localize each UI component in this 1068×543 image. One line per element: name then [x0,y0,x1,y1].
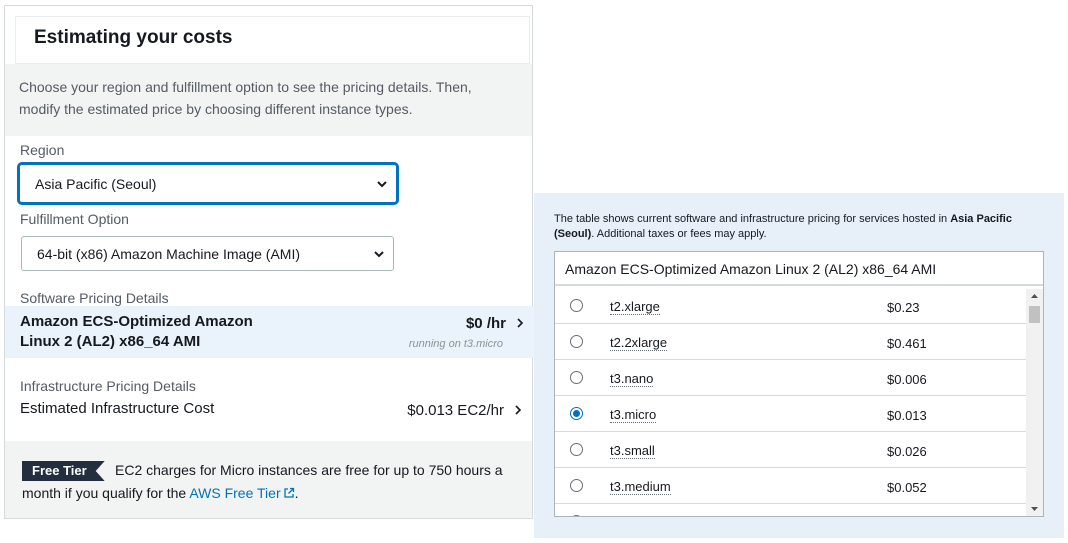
aws-free-tier-link[interactable]: AWS Free Tier [189,485,294,501]
infrastructure-cost-name: Estimated Infrastructure Cost [20,400,215,417]
intro-text: Choose your region and fulfillment optio… [19,79,472,117]
aws-free-tier-link-label[interactable]: AWS Free Tier [189,485,280,501]
software-pricing-row[interactable]: Amazon ECS-Optimized Amazon Linux 2 (AL2… [5,306,534,358]
instance-type: t3.small [610,443,655,459]
free-tier-badge: Free Tier [22,461,105,481]
instance-type: t3.micro [610,407,657,423]
region-select-value: Asia Pacific (Seoul) [35,175,157,192]
table-scrollbar[interactable] [1026,289,1043,516]
chevron-down-icon [374,250,384,257]
software-pricing-label: Software Pricing Details [20,290,169,306]
scroll-down-icon[interactable] [1026,502,1043,516]
pricing-note-prefix: The table shows current software and inf… [554,213,951,225]
instance-type: t3.nano [610,371,654,387]
software-instance-note: running on t3.micro [408,338,503,350]
intro-section: Choose your region and fulfillment optio… [5,64,532,136]
instance-type: t3.medium [610,479,671,495]
instance-type: t2.2xlarge [610,335,668,351]
cost-estimator-panel: Estimating your costs Choose your region… [4,5,534,519]
external-link-icon[interactable] [283,487,295,499]
table-row[interactable]: t3.small $0.026 [555,433,1026,468]
pricing-note-suffix: . Additional taxes or fees may apply. [591,228,767,240]
scroll-up-icon[interactable] [1026,289,1043,303]
table-row[interactable]: t2.2xlarge $0.461 [555,325,1026,360]
pricing-note: The table shows current software and inf… [554,212,1034,242]
instance-price: $0.013 [887,408,927,423]
instance-price: $0.026 [887,444,927,459]
table-row[interactable]: t3.medium $0.052 [555,469,1026,504]
infrastructure-cost-price[interactable]: $0.013 EC2/hr [407,402,504,419]
software-price: $0 /hr [465,315,506,332]
scroll-thumb[interactable] [1029,306,1040,323]
instance-price: $0.052 [887,480,927,495]
infrastructure-pricing-label: Infrastructure Pricing Details [20,378,196,394]
software-name: Amazon ECS-Optimized Amazon Linux 2 (AL2… [20,313,253,350]
fulfillment-select[interactable]: 64-bit (x86) Amazon Machine Image (AMI) [21,236,394,271]
table-row-selected[interactable]: t3.micro $0.013 [555,397,1026,432]
free-tier-text-continued: month if you qualify for the [22,485,190,501]
free-tier-text-end: . [294,485,299,501]
panel-title: Estimating your costs [34,27,233,48]
table-row[interactable]: t2.xlarge $0.23 [555,289,1026,324]
region-label: Region [20,142,65,158]
chevron-right-icon[interactable] [513,404,523,416]
instance-radio-selected[interactable] [570,407,583,420]
instance-price: $0.461 [887,336,927,351]
chevron-right-icon [517,318,524,328]
table-header-title: Amazon ECS-Optimized Amazon Linux 2 (AL2… [565,261,937,277]
instance-radio[interactable] [570,299,583,312]
instance-radio[interactable] [570,515,583,516]
instance-price: $0.23 [887,300,920,315]
chevron-down-icon [377,180,387,187]
free-tier-section: Free Tier EC2 charges for Micro instance… [5,441,532,518]
region-select[interactable]: Asia Pacific (Seoul) [18,163,398,204]
fulfillment-select-value: 64-bit (x86) Amazon Machine Image (AMI) [37,245,300,262]
free-tier-text-2: month if you qualify for the AWS Free Ti… [22,485,299,501]
instance-pricing-table: Amazon ECS-Optimized Amazon Linux 2 (AL2… [554,251,1044,517]
instance-radio[interactable] [570,371,583,384]
instance-radio[interactable] [570,335,583,348]
pricing-table-panel: The table shows current software and inf… [534,193,1064,538]
table-row[interactable]: t3.nano $0.006 [555,361,1026,396]
free-tier-text: EC2 charges for Micro instances are free… [115,462,503,478]
instance-price: $0.006 [887,372,927,387]
fulfillment-label: Fulfillment Option [20,211,129,227]
table-header: Amazon ECS-Optimized Amazon Linux 2 (AL2… [555,252,1043,286]
instance-radio[interactable] [570,479,583,492]
instance-type: t2.xlarge [610,299,660,315]
instance-radio[interactable] [570,443,583,456]
